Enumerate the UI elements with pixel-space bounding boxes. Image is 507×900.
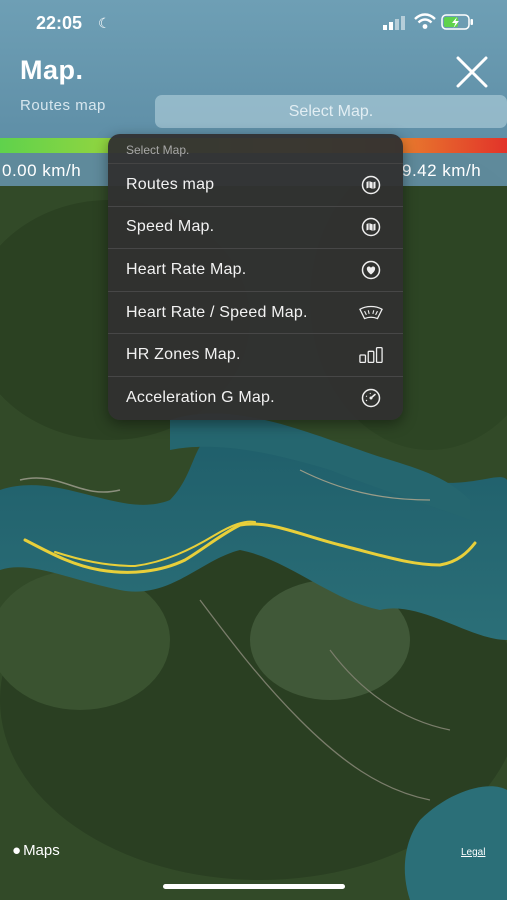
menu-item-routes-map[interactable]: Routes map xyxy=(108,164,403,207)
select-map-field[interactable]: Select Map. xyxy=(155,95,507,128)
current-map-label: Routes map xyxy=(20,97,106,114)
page-title: Map. xyxy=(20,55,84,85)
menu-item-acceleration-g-map[interactable]: Acceleration G Map. xyxy=(108,377,403,420)
gauge-arc-icon xyxy=(359,303,383,323)
menu-item-heart-rate-speed-map[interactable]: Heart Rate / Speed Map. xyxy=(108,292,403,335)
menu-item-label: Heart Rate / Speed Map. xyxy=(126,303,308,321)
menu-item-label: Routes map xyxy=(126,175,215,193)
status-time: 22:05 xyxy=(36,13,83,33)
bars-icon xyxy=(359,345,383,365)
signal-icon xyxy=(383,16,405,30)
wifi-icon xyxy=(414,13,436,29)
map-icon xyxy=(359,175,383,195)
select-map-placeholder: Select Map. xyxy=(288,102,374,120)
menu-item-label: Heart Rate Map. xyxy=(126,260,247,278)
menu-item-hr-zones-map[interactable]: HR Zones Map. xyxy=(108,334,403,377)
menu-header: Select Map. xyxy=(108,134,403,164)
menu-item-label: HR Zones Map. xyxy=(126,346,241,364)
close-icon[interactable] xyxy=(454,56,490,88)
map-icon xyxy=(359,217,383,237)
maps-brand-label: Maps xyxy=(23,842,60,859)
apple-logo-icon: ● xyxy=(12,842,22,859)
moon-icon: ☾ xyxy=(98,15,111,31)
select-map-menu: Select Map. Routes map Speed Map. Heart … xyxy=(108,134,403,420)
menu-item-speed-map[interactable]: Speed Map. xyxy=(108,207,403,250)
menu-item-heart-rate-map[interactable]: Heart Rate Map. xyxy=(108,249,403,292)
battery-icon xyxy=(441,14,473,30)
legal-link[interactable]: Legal xyxy=(461,847,485,858)
speed-max-label: 9.42 km/h xyxy=(402,161,482,180)
speedometer-icon xyxy=(359,388,383,408)
menu-item-label: Speed Map. xyxy=(126,218,215,236)
apple-maps-logo: ● Maps xyxy=(12,842,60,859)
menu-item-label: Acceleration G Map. xyxy=(126,389,275,407)
speed-min-label: 0.00 km/h xyxy=(2,161,82,180)
heart-icon xyxy=(359,260,383,280)
home-indicator[interactable] xyxy=(163,884,345,889)
